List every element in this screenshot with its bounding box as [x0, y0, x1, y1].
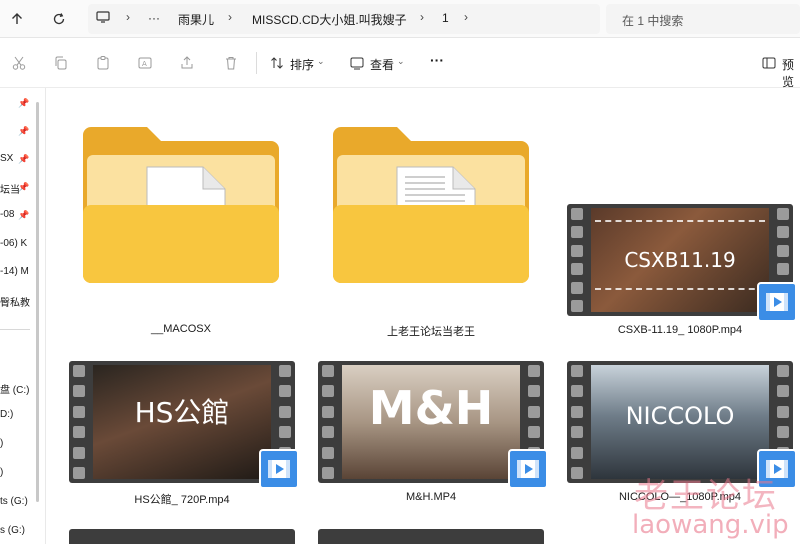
- sidebar-item[interactable]: 臀私教: [0, 291, 40, 311]
- file-item-folder[interactable]: 上老王论坛当老王: [331, 125, 531, 338]
- sidebar-scrollbar[interactable]: [36, 102, 39, 502]
- thumbnail-text: CSXB11.19: [624, 248, 736, 272]
- search-input[interactable]: 在 1 中搜索: [606, 4, 800, 34]
- sort-button[interactable]: 排序: [290, 56, 314, 73]
- breadcrumb-item-1[interactable]: 雨果儿: [178, 11, 214, 28]
- view-button[interactable]: 查看: [370, 56, 394, 73]
- sidebar-drive[interactable]: ): [0, 435, 40, 455]
- file-name: CSXB-11.19_ 1080P.mp4: [617, 324, 743, 336]
- svg-text:A: A: [142, 60, 147, 68]
- breadcrumb-item-2[interactable]: MISSCD.CD大小姐.叫我嫂子: [252, 11, 407, 28]
- paste-icon[interactable]: [92, 52, 114, 74]
- video-badge-icon: [259, 449, 299, 489]
- video-thumbnail: NICCOLO: [567, 361, 797, 489]
- address-bar-row: › ··· 雨果儿 › MISSCD.CD大小姐.叫我嫂子 › 1 › 在 1 …: [0, 0, 800, 38]
- copy-icon[interactable]: [50, 52, 72, 74]
- folder-blank-icon: [83, 127, 279, 283]
- film-strip-holes: [569, 365, 585, 479]
- file-name: M&H.MP4: [405, 491, 457, 503]
- delete-icon[interactable]: [220, 52, 242, 74]
- refresh-icon[interactable]: [48, 8, 70, 30]
- sidebar-item[interactable]: 📌: [0, 122, 40, 142]
- file-item-video[interactable]: CSXB11.19 CSXB-11.19_ 1080P.mp4: [567, 204, 797, 344]
- film-strip-holes: [569, 208, 585, 312]
- more-options-button[interactable]: ···: [430, 52, 444, 68]
- video-frame: HS公館: [93, 365, 271, 479]
- video-frame: NICCOLO: [591, 365, 769, 479]
- thumbnail-text: M&H: [368, 381, 494, 436]
- sidebar-item[interactable]: -06) K: [0, 235, 40, 255]
- file-item-video[interactable]: M&H M&H.MP4: [318, 361, 548, 503]
- sidebar-item[interactable]: -08 📌: [0, 206, 40, 226]
- file-item-video[interactable]: HS公館 HS公館_ 720P.mp4: [69, 361, 299, 506]
- video-thumbnail-partial[interactable]: [318, 529, 544, 544]
- sidebar-item[interactable]: 坛当 📌: [0, 178, 40, 198]
- file-item-folder[interactable]: __MACOSX: [81, 125, 281, 335]
- file-name: 上老王论坛当老王: [387, 326, 475, 338]
- film-strip-holes: [71, 365, 87, 479]
- video-badge-icon: [757, 282, 797, 322]
- thumbnail-text: NICCOLO: [625, 402, 735, 431]
- sidebar-item[interactable]: SX 📌: [0, 150, 40, 170]
- chevron-right-icon: ›: [228, 10, 232, 24]
- video-thumbnail: M&H: [318, 361, 548, 489]
- sidebar-item[interactable]: -14) M: [0, 263, 40, 283]
- view-icon[interactable]: [346, 52, 368, 74]
- video-frame: M&H: [342, 365, 520, 479]
- watermark-url: laowang.vip: [632, 510, 789, 540]
- share-icon[interactable]: [176, 52, 198, 74]
- pin-icon: 📌: [18, 126, 30, 136]
- folder-doc-icon: [333, 127, 529, 283]
- navigation-pane: 📌 📌 SX 📌 坛当 📌 -08 📌 -06) K -14) M 臀私教 盘 (C:…: [0, 88, 46, 544]
- computer-icon[interactable]: [96, 11, 110, 26]
- toolbar-divider: [256, 52, 257, 74]
- details-pane-icon[interactable]: [758, 52, 780, 74]
- cut-icon[interactable]: [8, 52, 30, 74]
- chevron-right-icon: ›: [420, 10, 424, 24]
- chevron-down-icon: ⌄: [397, 56, 405, 66]
- sidebar-drive[interactable]: s (G:): [0, 522, 40, 542]
- command-bar: A 排序 ⌄ 查看 ⌄ ··· 预览: [0, 38, 800, 90]
- pin-icon: 📌: [18, 154, 30, 164]
- search-placeholder: 在 1 中搜索: [622, 14, 684, 28]
- breadcrumb[interactable]: › ··· 雨果儿 › MISSCD.CD大小姐.叫我嫂子 › 1 ›: [88, 4, 600, 34]
- chevron-right-icon: ›: [464, 10, 468, 24]
- sort-icon[interactable]: [266, 52, 288, 74]
- file-name: __MACOSX: [151, 323, 211, 335]
- film-strip-holes: [320, 365, 336, 479]
- chevron-right-icon: ›: [126, 10, 130, 24]
- rename-icon[interactable]: A: [134, 52, 156, 74]
- chevron-down-icon: ⌄: [317, 56, 325, 66]
- sidebar-item[interactable]: 📌: [0, 94, 40, 114]
- sidebar-drive[interactable]: ts (G:): [0, 493, 40, 513]
- sidebar-drive[interactable]: 盘 (C:): [0, 378, 40, 398]
- video-thumbnail: CSXB11.19: [567, 204, 797, 322]
- sidebar-drive[interactable]: ): [0, 464, 40, 484]
- video-frame: CSXB11.19: [591, 208, 769, 312]
- pin-icon: 📌: [18, 98, 30, 108]
- video-thumbnail: HS公館: [69, 361, 299, 489]
- pin-icon: 📌: [18, 210, 30, 220]
- file-name: HS公館_ 720P.mp4: [134, 494, 230, 506]
- pin-icon: 📌: [18, 182, 30, 192]
- details-pane-button[interactable]: 预览: [782, 56, 800, 90]
- video-thumbnail-partial[interactable]: [69, 529, 295, 544]
- thumbnail-text: HS公館: [134, 395, 230, 429]
- breadcrumb-item-3[interactable]: 1: [442, 11, 449, 25]
- up-arrow-icon[interactable]: [6, 8, 28, 30]
- breadcrumb-overflow[interactable]: ···: [148, 11, 160, 25]
- video-badge-icon: [508, 449, 548, 489]
- sidebar-drive[interactable]: D:): [0, 406, 40, 426]
- sidebar-divider: [0, 329, 30, 330]
